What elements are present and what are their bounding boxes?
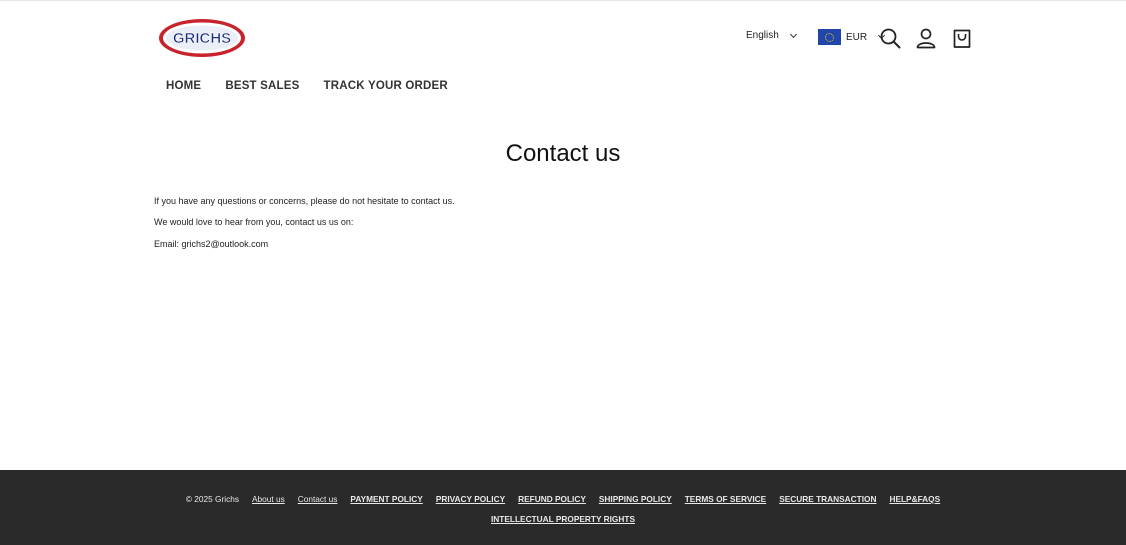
cart-icon[interactable] xyxy=(951,27,973,49)
footer-link-terms[interactable]: TERMS OF SERVICE xyxy=(685,494,766,504)
footer-links-row-2: INTELLECTUAL PROPERTY RIGHTS xyxy=(0,514,1126,524)
footer-link-privacy-policy[interactable]: PRIVACY POLICY xyxy=(436,494,505,504)
footer-link-refund-policy[interactable]: REFUND POLICY xyxy=(518,494,586,504)
page-title: Contact us xyxy=(505,140,621,167)
language-label: English xyxy=(746,30,779,41)
top-divider xyxy=(0,0,1126,1)
footer-link-secure-transaction[interactable]: SECURE TRANSACTION xyxy=(779,494,876,504)
contact-email-text: Email: grichs2@outlook.com xyxy=(154,239,269,249)
nav-item-track-order[interactable]: TRACK YOUR ORDER xyxy=(324,80,448,92)
footer-link-contact[interactable]: Contact us xyxy=(298,494,338,504)
footer: © 2025 Grichs About us Contact us PAYMEN… xyxy=(0,470,1126,545)
user-icon[interactable] xyxy=(915,27,937,49)
page: GRICHS English EUR HOME BEST SALES TRACK… xyxy=(0,0,1126,545)
nav-item-best-sales[interactable]: BEST SALES xyxy=(225,80,299,92)
search-icon[interactable] xyxy=(879,27,901,49)
currency-selector[interactable]: EUR xyxy=(818,29,886,45)
footer-link-ip-rights[interactable]: INTELLECTUAL PROPERTY RIGHTS xyxy=(491,514,635,524)
main-nav: HOME BEST SALES TRACK YOUR ORDER xyxy=(166,80,472,92)
contact-invite-text: We would love to hear from you, contact … xyxy=(154,217,354,227)
footer-link-payment-policy[interactable]: PAYMENT POLICY xyxy=(350,494,422,504)
copyright-text: © 2025 Grichs xyxy=(185,494,239,504)
grichs-logo[interactable]: GRICHS xyxy=(158,18,246,58)
language-selector[interactable]: English xyxy=(746,30,797,41)
logo-text: GRICHS xyxy=(173,30,231,47)
footer-link-shipping-policy[interactable]: SHIPPING POLICY xyxy=(599,494,672,504)
contact-intro-text: If you have any questions or concerns, p… xyxy=(154,196,455,206)
footer-link-help-faqs[interactable]: HELP&FAQS xyxy=(889,494,940,504)
nav-item-home[interactable]: HOME xyxy=(166,80,201,92)
currency-label: EUR xyxy=(846,31,868,43)
chevron-down-icon xyxy=(789,30,797,38)
eu-flag-icon xyxy=(818,29,841,45)
footer-links-row: © 2025 Grichs About us Contact us PAYMEN… xyxy=(0,494,1126,504)
footer-link-about[interactable]: About us xyxy=(252,494,285,504)
